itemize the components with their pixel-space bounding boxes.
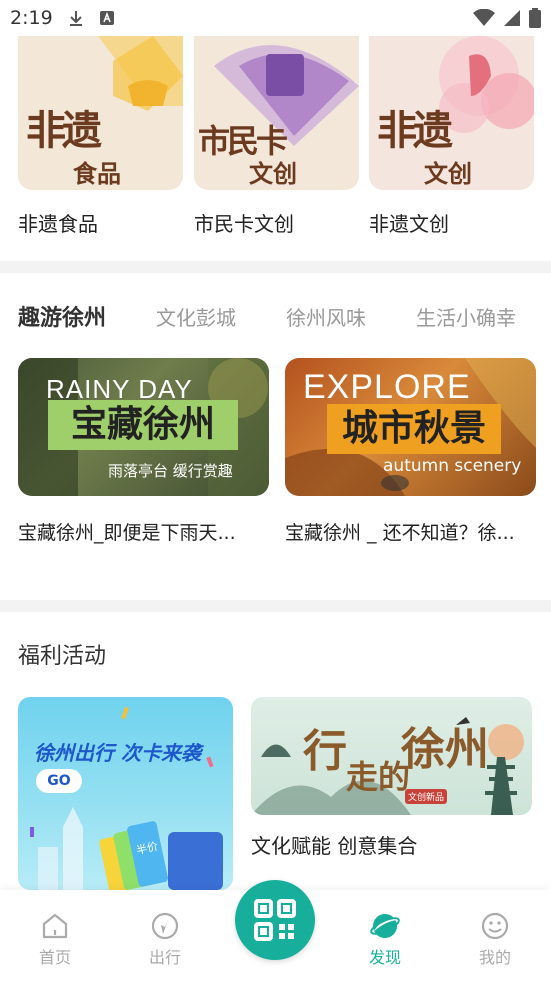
video-title: 宝藏徐州 _ 还不知道？徐... — [285, 522, 515, 544]
keyboard-a-icon — [99, 11, 114, 25]
category-label: 非遗食品 — [18, 212, 98, 236]
tab-flavor[interactable]: 徐州风味 — [286, 302, 366, 331]
category-image: 市民卡 文创 — [194, 36, 359, 190]
wifi-icon — [473, 9, 495, 26]
promo-headline: 徐州出行 次卡来袭 — [34, 741, 201, 765]
category-art-small: 食品 — [73, 159, 121, 188]
category-art-big: 非遗 — [26, 107, 102, 154]
nav-mine-label: 我的 — [478, 948, 511, 967]
nav-travel[interactable]: 出行 — [125, 910, 205, 968]
travel-icon — [151, 912, 179, 940]
tab-life[interactable]: 生活小确幸 — [416, 302, 516, 331]
tab-culture[interactable]: 文化彭城 — [156, 302, 236, 331]
video-overlay-sub: 雨落亭台 缓行赏趣 — [108, 462, 233, 480]
video-title: 宝藏徐州_即便是下雨天... — [18, 522, 236, 544]
section-divider — [0, 261, 551, 273]
category-image: 非遗 文创 — [369, 36, 534, 190]
promo-art-char-3: 徐州 — [401, 724, 489, 775]
video-overlay-cn: 宝藏徐州 — [48, 400, 238, 450]
promo-go-button[interactable]: GO — [36, 769, 82, 793]
smile-icon — [481, 912, 509, 940]
category-art-small: 文创 — [424, 159, 472, 188]
status-bar: 2:19 — [0, 0, 551, 36]
category-card-citizen-card[interactable]: 市民卡 文创 市民卡文创 — [194, 36, 359, 236]
nav-home-label: 首页 — [38, 948, 71, 967]
category-card-heritage-creative[interactable]: 非遗 文创 非遗文创 — [369, 36, 534, 236]
discover-icon — [370, 914, 400, 938]
nav-discover-label: 发现 — [368, 948, 401, 967]
category-image: 非遗 食品 — [18, 36, 183, 190]
nav-mine[interactable]: 我的 — [455, 910, 535, 968]
promo-banner-transit[interactable]: 徐州出行 次卡来袭 GO 半价 — [18, 697, 233, 890]
promo-banner-culture[interactable]: 行 走的 徐州 文创新品 — [251, 697, 532, 815]
promo-title: 文化赋能 创意集合 — [251, 834, 418, 858]
category-cards: 非遗 食品 非遗食品 市民卡 文创 市民卡文创 非遗 文创 非遗文创 — [18, 36, 538, 236]
promo-stamp: 文创新品 — [405, 789, 448, 804]
scan-qr-button[interactable] — [235, 880, 315, 960]
content-tabs: 趣游徐州 文化彭城 徐州风味 生活小确幸 — [18, 300, 551, 332]
nav-discover[interactable]: 发现 — [345, 910, 425, 968]
welfare-section-title: 福利活动 — [18, 644, 107, 669]
video-thumbnail: RAINY DAY 宝藏徐州 雨落亭台 缓行赏趣 — [18, 358, 269, 496]
video-thumbnail: EXPLORE 城市秋景 autumn scenery — [285, 358, 536, 496]
status-time: 2:19 — [10, 7, 53, 29]
home-icon — [42, 913, 68, 939]
category-label: 市民卡文创 — [194, 212, 294, 236]
category-art-big: 非遗 — [377, 107, 453, 154]
video-overlay-cn: 城市秋景 — [327, 404, 501, 454]
download-icon — [69, 11, 82, 26]
video-overlay-en: EXPLORE — [303, 368, 471, 406]
nav-home[interactable]: 首页 — [15, 910, 95, 968]
promo-art-char-1: 行 — [303, 726, 347, 777]
video-overlay-sub: autumn scenery — [383, 456, 522, 476]
category-card-food[interactable]: 非遗 食品 非遗食品 — [18, 36, 183, 236]
nav-travel-label: 出行 — [148, 948, 181, 967]
section-divider — [0, 600, 551, 612]
video-card[interactable]: RAINY DAY 宝藏徐州 雨落亭台 缓行赏趣 宝藏徐州_即便是下雨天... — [18, 358, 269, 544]
video-card[interactable]: EXPLORE 城市秋景 autumn scenery 宝藏徐州 _ 还不知道？… — [285, 358, 536, 544]
tab-fun-travel[interactable]: 趣游徐州 — [18, 300, 106, 332]
category-label: 非遗文创 — [369, 212, 449, 236]
battery-icon — [529, 8, 541, 28]
qr-code-icon — [254, 899, 296, 941]
signal-icon — [504, 10, 520, 26]
category-art-small: 文创 — [249, 159, 297, 188]
